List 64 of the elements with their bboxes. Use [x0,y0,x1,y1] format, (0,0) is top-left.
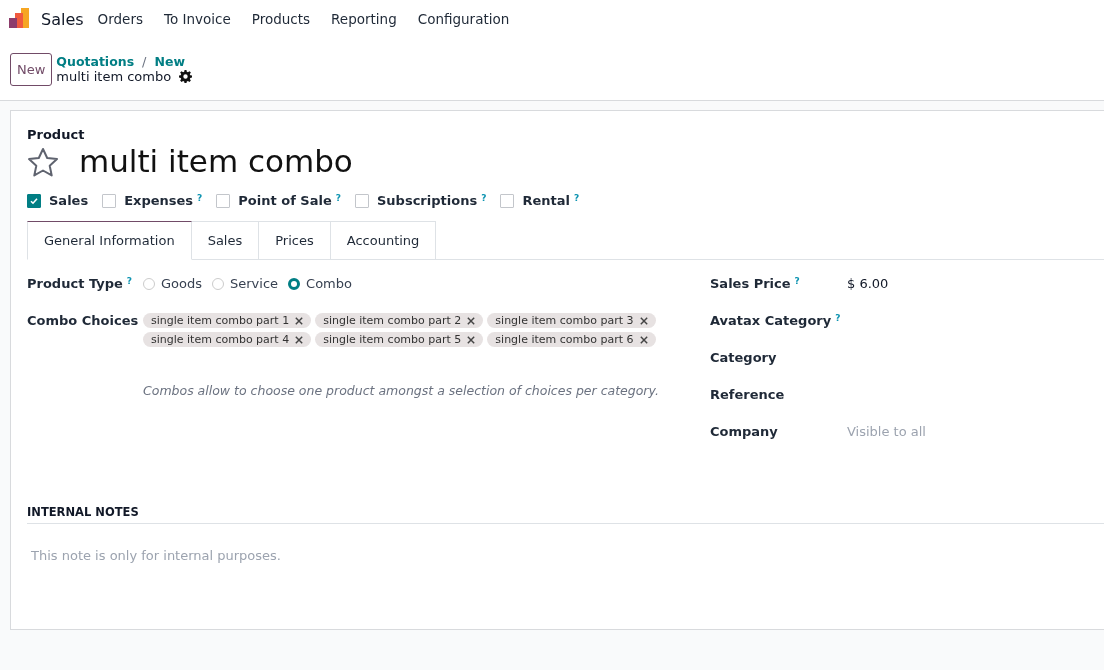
menu-item[interactable]: Orders [97,11,143,27]
tag[interactable]: single item combo part 5 [315,332,484,347]
field-value[interactable]: $ 6.00 [847,276,889,313]
section-title: INTERNAL NOTES [27,505,1104,524]
app-logo-icon[interactable] [9,8,31,30]
field-label: Company [710,424,778,441]
checkbox-label: Point of Sale [238,193,332,208]
help-mark[interactable]: ? [573,193,580,203]
field-label: Category [710,350,777,367]
field-hint: Combos allow to choose one product amongst a selection of choices per category. [143,383,660,398]
breadcrumb-link[interactable]: New [154,54,185,69]
menu-item[interactable]: To Invoice [164,11,231,27]
help-mark[interactable]: ? [794,276,800,286]
app-name[interactable]: Sales [41,9,84,29]
radio-label: Goods [161,276,202,291]
help-mark[interactable]: ? [197,193,203,203]
help-mark[interactable]: ? [835,313,841,323]
tag[interactable]: single item combo part 3 [487,313,656,328]
tab[interactable]: Accounting [330,221,437,260]
remove-icon[interactable] [639,316,648,325]
help-mark[interactable]: ? [126,276,133,286]
star-icon[interactable] [27,147,59,179]
checkbox[interactable] [355,193,369,208]
help-mark[interactable]: ? [481,193,487,203]
checkbox[interactable] [500,193,515,208]
tab[interactable]: Sales [191,221,260,260]
field-label: Sales Price [710,276,791,293]
tag[interactable]: single item combo part 2 [315,313,484,328]
radio-label: Service [230,276,279,291]
field-label: Combo Choices [27,313,139,330]
checkbox[interactable] [27,193,41,208]
settings-icon[interactable] [179,70,193,83]
checkbox[interactable] [216,193,231,208]
tab[interactable]: General Information [27,221,192,260]
record-name: multi item combo [56,69,172,84]
remove-icon[interactable] [295,316,304,325]
tag[interactable]: single item combo part 4 [143,332,312,347]
checkbox[interactable] [102,193,117,208]
menu-item[interactable]: Products [251,11,311,27]
tab[interactable]: Prices [259,221,331,260]
breadcrumb-separator: / [142,54,147,69]
new-button[interactable]: New [10,52,53,86]
remove-icon[interactable] [467,335,476,344]
radio-label: Combo [306,276,352,291]
remove-icon[interactable] [467,316,476,325]
remove-icon[interactable] [639,335,648,344]
tag[interactable]: single item combo part 1 [143,313,312,328]
checkbox-label: Expenses [124,193,194,208]
field-label: Avatax Category [710,313,832,330]
radio-button[interactable] [288,277,301,290]
check-icon [29,195,39,206]
checkbox-label: Sales [49,193,89,208]
remove-icon[interactable] [295,335,304,344]
menu-item[interactable]: Configuration [417,11,510,27]
product-name-field[interactable]: multi item combo [79,143,353,183]
menu-item[interactable]: Reporting [331,11,397,27]
checkbox-label: Rental [522,193,570,208]
help-mark[interactable]: ? [335,193,341,203]
field-label: Product [27,127,86,142]
breadcrumb-link[interactable]: Quotations [56,54,135,69]
field-label: Reference [710,387,785,404]
tag[interactable]: single item combo part 6 [487,332,656,347]
field-label: Product Type [27,276,123,291]
checkbox-label: Subscriptions [377,193,478,208]
